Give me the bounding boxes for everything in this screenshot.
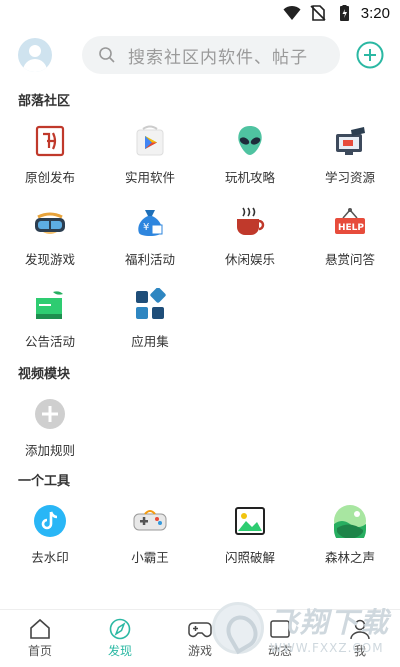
grid-item-learning-resources[interactable]: 学习资源 [300,109,400,191]
coffee-cup-icon [232,205,268,241]
alien-icon [232,123,268,159]
graduation-screen-icon [332,123,368,159]
no-sim-icon [310,5,326,21]
compass-icon [109,618,131,640]
plus-circle-icon[interactable] [356,41,384,69]
video-grid: 添加规则 [0,382,400,464]
tool-remove-watermark[interactable]: 去水印 [0,489,100,571]
grid-item-benefits[interactable]: ¥ 福利活动 [100,191,200,273]
battery-icon [339,5,349,21]
tiktok-icon [32,503,68,539]
wifi-icon [283,5,301,20]
grid-item-useful-software[interactable]: 实用软件 [100,109,200,191]
seal-icon [32,123,68,159]
forest-icon [332,503,368,539]
grid-item-leisure[interactable]: 休闲娱乐 [200,191,300,273]
section-title-video: 视频模块 [18,367,71,382]
search-icon [99,47,115,63]
site-watermark: 飞翔下载 WWW.FXXZ.COM [212,597,390,659]
money-bag-icon: ¥ [132,205,168,241]
announcement-board-icon [32,287,68,323]
grid-item-reward-qa[interactable]: HELP 悬赏问答 [300,191,400,273]
watermark-title: 飞翔下载 [270,606,391,639]
grid-item-app-collection[interactable]: 应用集 [100,273,200,355]
play-store-icon [132,123,168,159]
svg-text:¥: ¥ [143,222,149,233]
grid-item-discover-games[interactable]: 发现游戏 [0,191,100,273]
photo-icon [232,503,268,539]
gamepad-icon [132,503,168,539]
section-title-tools: 一个工具 [18,474,71,489]
tool-forest-sound[interactable]: 森林之声 [300,489,400,571]
section-title-tribe: 部落社区 [18,94,71,109]
search-placeholder: 搜索社区内软件、帖子 [128,47,308,68]
add-rule-button[interactable]: 添加规则 [0,382,100,464]
home-icon [30,618,50,639]
svg-text:HELP: HELP [338,223,364,233]
avatar[interactable] [18,38,52,72]
tools-grid: 去水印 小霸王 闪照破解 森林之声 [0,489,400,571]
status-time: 3:20 [360,4,390,22]
grid-item-original-publish[interactable]: 原创发布 [0,109,100,191]
nav-home[interactable]: 首页 [0,610,80,667]
top-header: 搜索社区内软件、帖子 [0,26,400,84]
watermark-logo [212,602,264,654]
tool-flash-photo-crack[interactable]: 闪照破解 [200,489,300,571]
tribe-grid: 原创发布 实用软件 玩机攻略 学习资源 发现游戏 ¥ 福利活动 休闲娱乐 HEL… [0,109,400,355]
grid-item-announcements[interactable]: 公告活动 [0,273,100,355]
grid-item-phone-guide[interactable]: 玩机攻略 [200,109,300,191]
apps-collection-icon [132,287,168,323]
tool-little-overlord[interactable]: 小霸王 [100,489,200,571]
status-bar: 3:20 [0,0,400,26]
watermark-url: WWW.FXXZ.COM [270,641,384,655]
add-rule-icon [32,396,68,432]
search-bar[interactable]: 搜索社区内软件、帖子 [82,36,340,74]
gamepad-outline-icon [188,622,212,638]
nav-discover[interactable]: 发现 [80,610,160,667]
help-sign-icon: HELP [332,205,368,241]
vr-headset-icon [32,205,68,241]
